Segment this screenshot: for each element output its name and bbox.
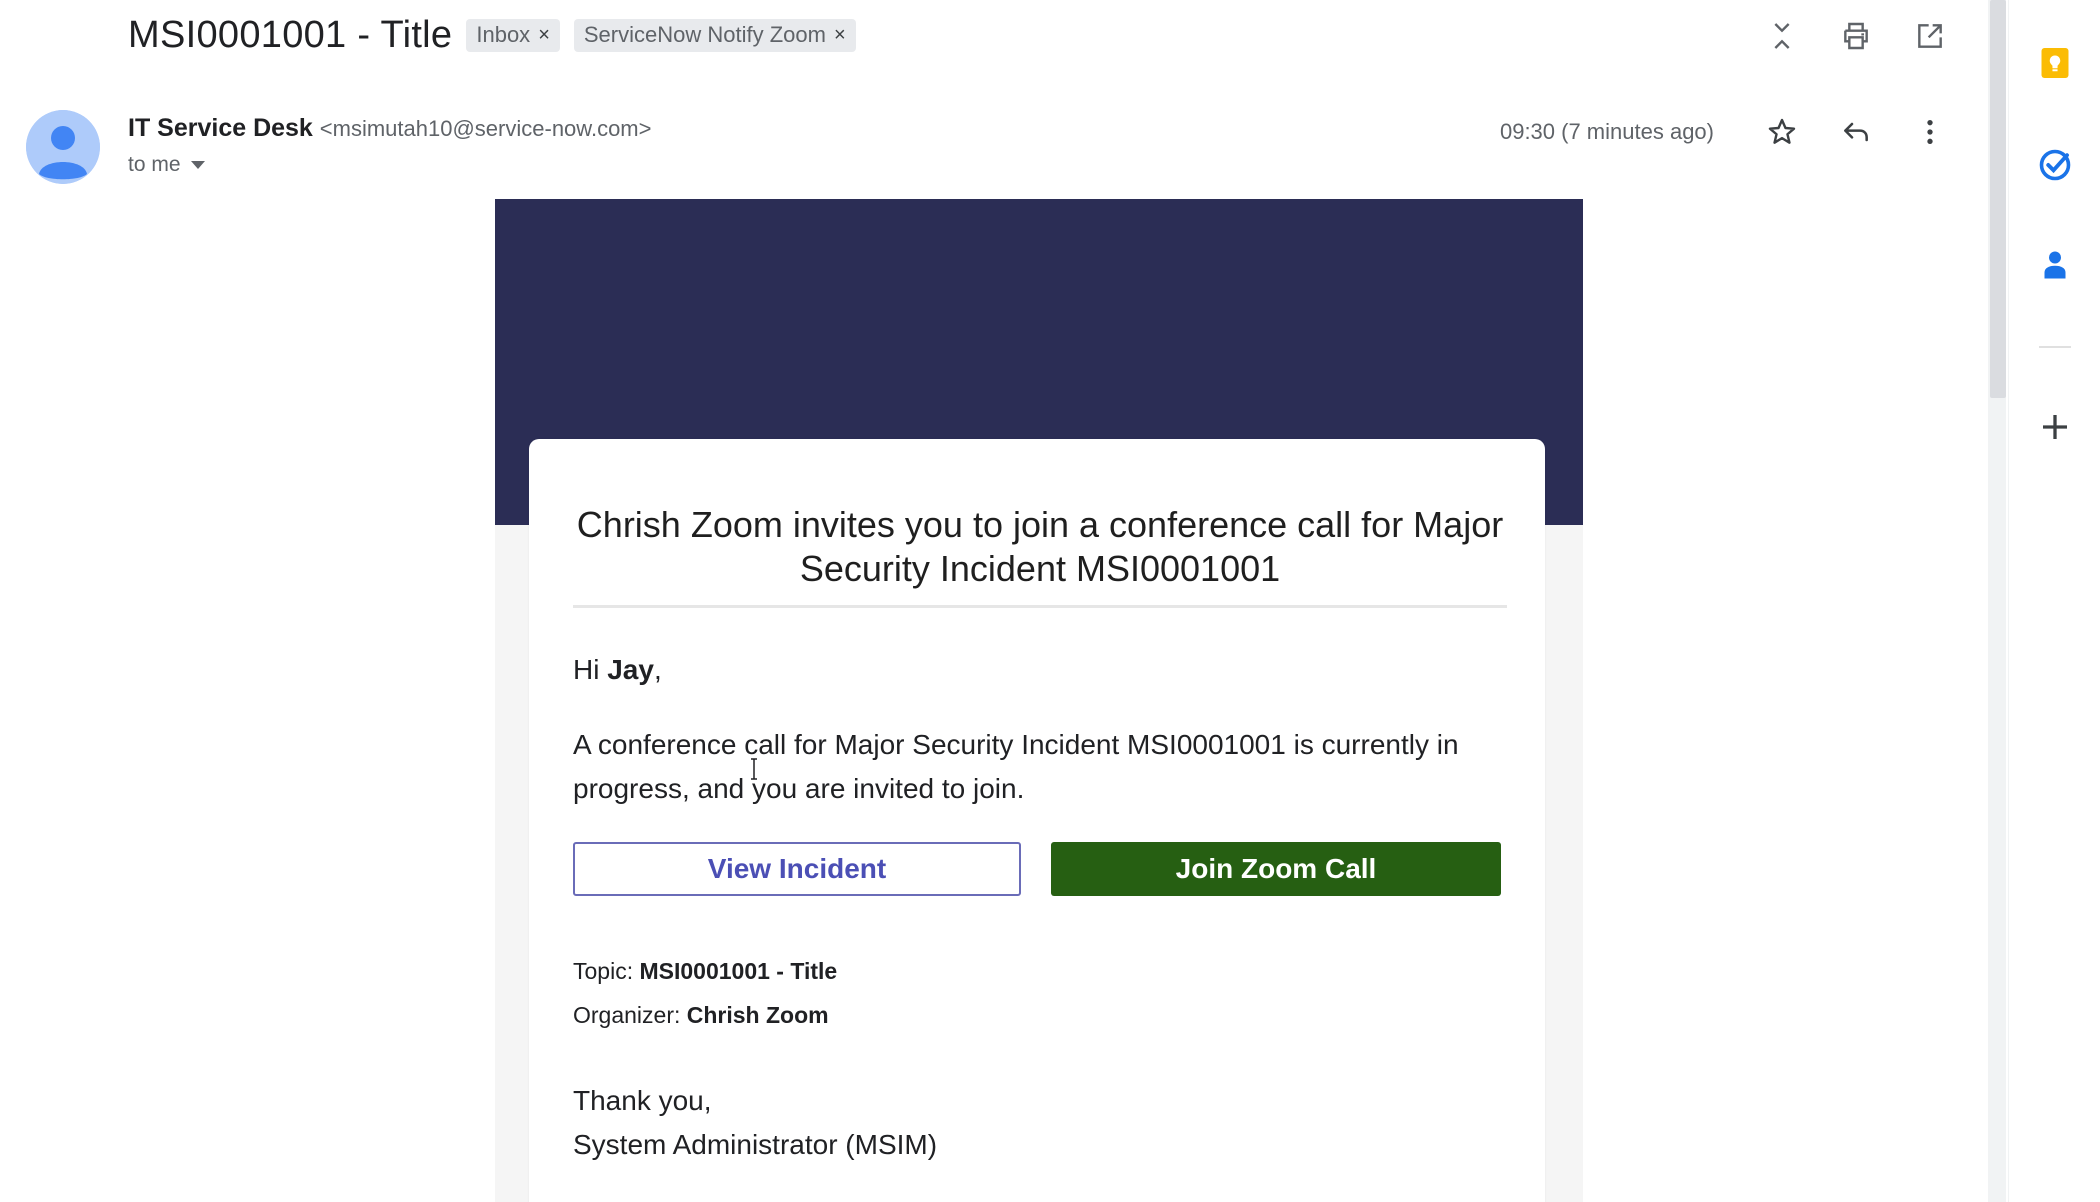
sender-line: IT Service Desk <msimutah10@service-now.… [128, 114, 651, 143]
star-icon[interactable] [1762, 112, 1802, 152]
greeting: Hi Jay, [573, 654, 662, 686]
sender-name[interactable]: IT Service Desk [128, 114, 313, 142]
organizer-line: Organizer: Chrish Zoom [573, 1002, 829, 1029]
invite-heading: Chrish Zoom invites you to join a confer… [576, 504, 1504, 589]
text-cursor-icon [751, 758, 757, 780]
add-addon-icon[interactable] [2037, 409, 2073, 445]
subject-row: MSI0001001 - Title Inbox × ServiceNow No… [128, 14, 856, 57]
divider [573, 605, 1507, 608]
signoff: Thank you, System Administrator (MSIM) [573, 1079, 937, 1167]
email-body: Chrish Zoom invites you to join a confer… [495, 199, 1583, 1202]
open-new-window-icon[interactable] [1910, 16, 1950, 56]
expand-collapse-icon[interactable] [1762, 16, 1802, 56]
recipient-text: to me [128, 153, 181, 176]
organizer-value: Chrish Zoom [686, 1002, 829, 1028]
signoff-line: Thank you, [573, 1085, 712, 1116]
email-subject: MSI0001001 - Title [128, 14, 453, 56]
reply-icon[interactable] [1836, 112, 1876, 152]
more-vert-icon[interactable] [1910, 112, 1950, 152]
thread-actions [1762, 16, 1950, 56]
tasks-icon[interactable] [2037, 147, 2073, 183]
remove-label-icon[interactable]: × [538, 24, 550, 47]
greeting-prefix: Hi [573, 654, 608, 685]
print-icon[interactable] [1836, 16, 1876, 56]
message-meta: 09:30 (7 minutes ago) [1500, 112, 1950, 152]
topic-value: MSI0001001 - Title [639, 958, 838, 984]
remove-label-icon[interactable]: × [834, 24, 846, 47]
scrollbar-thumb[interactable] [1990, 0, 2006, 398]
side-panel [2008, 0, 2100, 1202]
label-name: Inbox [476, 22, 531, 47]
join-zoom-call-button[interactable]: Join Zoom Call [1051, 842, 1501, 896]
label-chip-inbox[interactable]: Inbox × [466, 19, 560, 52]
greeting-suffix: , [653, 654, 662, 685]
timestamp: 09:30 (7 minutes ago) [1499, 119, 1714, 144]
sender-email: <msimutah10@service-now.com> [319, 116, 652, 141]
signature: System Administrator (MSIM) [573, 1129, 938, 1160]
sender-block: IT Service Desk <msimutah10@service-now.… [128, 114, 651, 177]
show-details-icon[interactable] [190, 161, 205, 169]
topic-line: Topic: MSI0001001 - Title [573, 958, 837, 985]
organizer-label: Organizer: [573, 1002, 687, 1028]
view-incident-button[interactable]: View Incident [573, 842, 1021, 896]
label-name: ServiceNow Notify Zoom [583, 22, 826, 47]
divider [2039, 346, 2071, 348]
recipient-line: to me [128, 153, 651, 177]
message-text: A conference call for Major Security Inc… [573, 729, 1459, 804]
email-card: Chrish Zoom invites you to join a confer… [529, 439, 1545, 1202]
topic-label: Topic: [573, 958, 640, 984]
gmail-message-view: MSI0001001 - Title Inbox × ServiceNow No… [0, 0, 2100, 1202]
greeting-name: Jay [607, 654, 654, 685]
avatar[interactable] [26, 110, 100, 184]
keep-icon[interactable] [2037, 45, 2073, 81]
contacts-icon[interactable] [2037, 247, 2073, 283]
label-chip-servicenow-notify-zoom[interactable]: ServiceNow Notify Zoom × [573, 19, 856, 52]
